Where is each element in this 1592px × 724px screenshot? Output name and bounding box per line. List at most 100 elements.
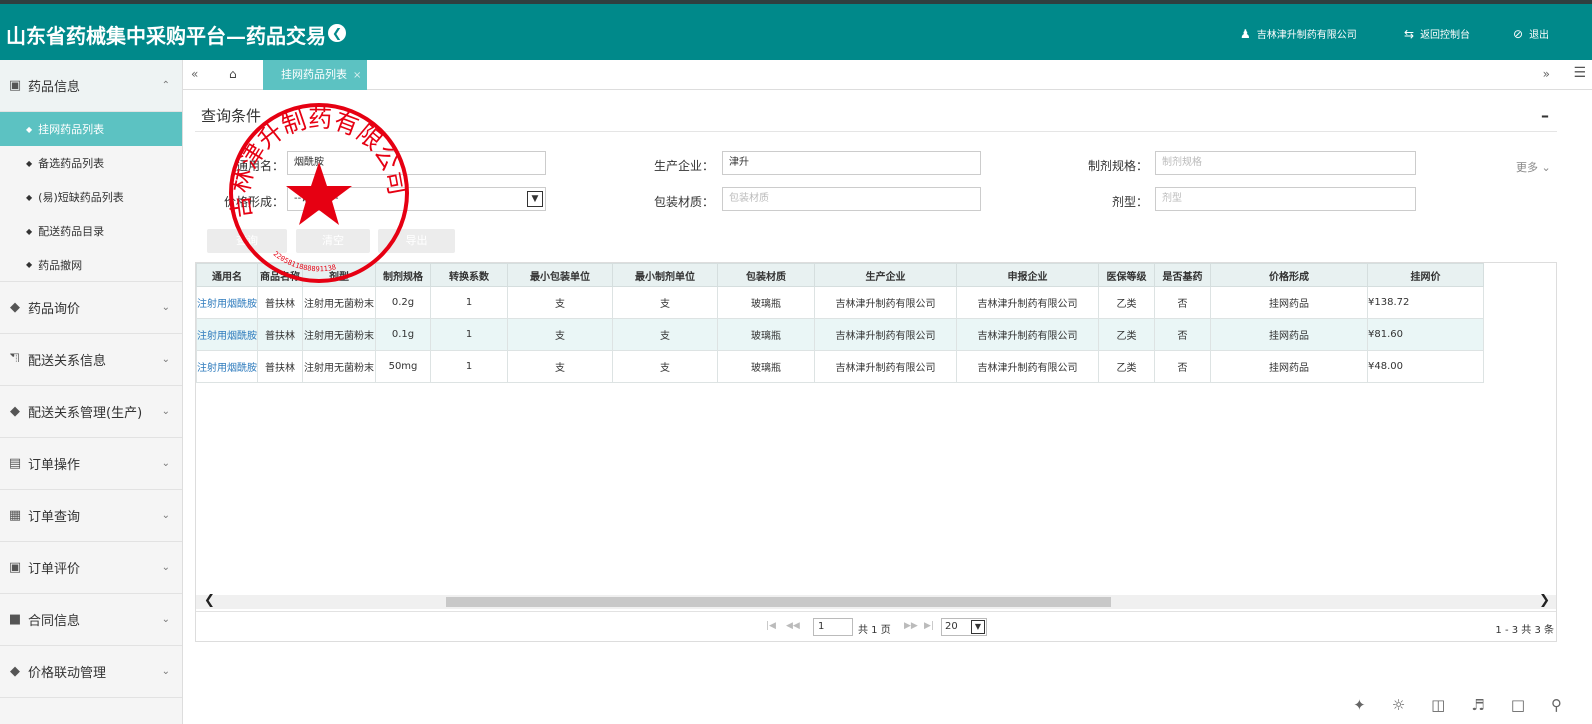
sidebar-item-candidate-drugs[interactable]: ◆ 备选药品列表 [0,146,182,180]
logout-link[interactable]: ⊘ 退出 [1513,26,1549,42]
table-cell: 吉林津升制药有限公司 [956,318,1099,351]
table-cell: 吉林津升制药有限公司 [814,318,957,351]
tab-bar: « ⌂ 挂网药品列表 × » ☰ [183,60,1592,90]
table-header-row: 通用名 商品名称 剂型 制剂规格 转换系数 最小包装单位 最小制剂单位 包装材质 生产企业 申报企… [196,263,1484,287]
page-size-select[interactable]: 20 ▼ [941,618,987,636]
dosage-form-input[interactable]: 剂型 [1155,187,1416,211]
column-header[interactable]: 医保等级 [1098,263,1155,287]
sidebar-item-delivery-catalog[interactable]: ◆ 配送药品目录 [0,214,182,248]
diamond-icon: ◆ [10,300,20,315]
first-page-icon[interactable]: |◀ [766,621,776,631]
manufacturer-label: 生产企业： [653,159,714,173]
table-cell: 否 [1154,318,1211,351]
rocket-icon[interactable]: ✦ [1353,696,1366,714]
table-cell: 普扶林 [257,350,303,383]
sidebar-group-label: 价格联动管理 [28,666,107,681]
sidebar-group-price-linkage[interactable]: ◆ 价格联动管理 ⌄ [0,646,182,698]
total-pages: 共 1 页 [858,625,891,636]
return-console-label: 返回控制台 [1420,30,1471,41]
sidebar-item-label: 药品撤网 [38,258,83,272]
column-header[interactable]: 制剂规格 [375,263,431,287]
table-cell: 吉林津升制药有限公司 [814,350,957,383]
horizontal-scrollbar[interactable]: ❮ ❯ [196,593,1556,609]
generic-name-label: 通用名： [235,159,284,173]
packaging-input[interactable]: 包装材质 [722,187,981,211]
home-icon[interactable]: ⌂ [229,67,237,81]
page-number-input[interactable]: 1 [813,618,853,636]
more-toggle[interactable]: 更多 ⌄ [1516,159,1551,175]
back-circle-icon[interactable]: ❮ [328,24,346,42]
search-button[interactable]: 查询 [207,229,287,253]
sidebar-item-listed-drugs[interactable]: ◆ 挂网药品列表 [0,112,182,146]
company-menu[interactable]: ♟ 吉林津升制药有限公司 [1240,26,1357,42]
sidebar-group-contracts[interactable]: ■ 合同信息 ⌄ [0,594,182,646]
spec-input[interactable]: 制剂规格 [1155,151,1416,175]
collapse-icon[interactable]: – [1541,106,1549,125]
table-cell: 否 [1154,286,1211,319]
sidebar-group-order-ops[interactable]: ▤ 订单操作 ⌄ [0,438,182,490]
sidebar-group-label: 药品询价 [28,302,81,317]
chevron-down-icon: ▼ [971,620,985,634]
column-header[interactable]: 价格形成 [1210,263,1368,287]
sidebar-item-shortage-drugs[interactable]: ◆ (易)短缺药品列表 [0,180,182,214]
sidebar-group-delivery-management[interactable]: ◆ 配送关系管理(生产) ⌄ [0,386,182,438]
clear-button[interactable]: 清空 [296,229,370,253]
export-button[interactable]: 导出 [378,229,455,253]
table-row[interactable]: 注射用烟酰胺 普扶林 注射用无菌粉末 50mg 1 支支玻璃瓶 吉林津升制药有限公司 吉林津升… [196,350,1484,383]
sidebar-group-label: 订单查询 [28,510,81,525]
table-row[interactable]: 注射用烟酰胺 普扶林 注射用无菌粉末 0.2g 1 支支玻璃瓶 吉林津升制药有限公司 吉林津升… [196,286,1484,319]
column-header[interactable]: 商品名称 [257,263,303,287]
chevron-down-icon: ⌄ [161,406,170,417]
drug-name-link[interactable]: 注射用烟酰胺 [196,318,258,351]
scroll-left-icon[interactable]: « [191,67,198,81]
sidebar-group-inquiry[interactable]: ◆ 药品询价 ⌄ [0,282,182,334]
sidebar-group-order-query[interactable]: ▦ 订单查询 ⌄ [0,490,182,542]
column-header[interactable]: 转换系数 [430,263,508,287]
next-page-icon[interactable]: ▶▶ [904,621,918,631]
scroll-left-arrow-icon[interactable]: ❮ [204,593,215,608]
return-console-link[interactable]: ⇆ 返回控制台 [1404,26,1471,42]
menu-icon[interactable]: ☰ [1573,65,1586,81]
prev-page-icon[interactable]: ◀◀ [786,621,800,631]
column-header[interactable]: 最小制剂单位 [612,263,718,287]
table-row[interactable]: 注射用烟酰胺 普扶林 注射用无菌粉末 0.1g 1 支支玻璃瓶 吉林津升制药有限公司 吉林津升… [196,318,1484,351]
sidebar-group-drug-info[interactable]: ▣ 药品信息 ⌃ [0,60,182,112]
column-header[interactable]: 剂型 [302,263,376,287]
column-header[interactable]: 是否基药 [1154,263,1211,287]
drug-name-link[interactable]: 注射用烟酰胺 [196,286,258,319]
drug-table: 通用名 商品名称 剂型 制剂规格 转换系数 最小包装单位 最小制剂单位 包装材质 生产企业 申报企… [196,263,1484,383]
chevron-down-icon: ⌄ [161,354,170,365]
table-cell: 支 [612,286,718,319]
tab-listed-drugs[interactable]: 挂网药品列表 × [263,60,367,90]
scroll-right-icon[interactable]: » [1543,67,1550,81]
scroll-right-arrow-icon[interactable]: ❯ [1539,593,1550,608]
column-header[interactable]: 包装材质 [717,263,815,287]
column-header[interactable]: 申报企业 [956,263,1099,287]
table-cell: 吉林津升制药有限公司 [956,286,1099,319]
compass-icon[interactable]: ☼ [1392,696,1405,714]
page-size-value: 20 [945,621,958,632]
column-header[interactable]: 最小包装单位 [507,263,613,287]
dosage-form-label: 剂型： [1111,195,1148,209]
search-icon[interactable]: ⚲ [1551,696,1562,714]
price-form-select[interactable]: --请选择-- ▼ [287,187,546,211]
sidebar-group-order-review[interactable]: ▣ 订单评价 ⌄ [0,542,182,594]
speaker-icon[interactable]: ♬ [1471,696,1484,714]
last-page-icon[interactable]: ▶| [924,621,934,631]
window-icon[interactable]: □ [1511,696,1525,714]
drug-name-link[interactable]: 注射用烟酰胺 [196,350,258,383]
table-cell: 50mg [375,350,431,383]
diamond-icon: ◆ [26,226,33,236]
generic-name-input[interactable]: 烟酰胺 [287,151,546,175]
trash-icon[interactable]: ◫ [1431,696,1445,714]
scrollbar-thumb[interactable] [446,597,1111,607]
close-icon[interactable]: × [353,70,361,81]
table-cell: 1 [430,350,508,383]
column-header[interactable]: 通用名 [196,263,258,287]
sidebar-group-label: 合同信息 [28,614,81,629]
column-header[interactable]: 生产企业 [814,263,957,287]
sidebar-group-delivery-info[interactable]: ⛠ 配送关系信息 ⌄ [0,334,182,386]
manufacturer-input[interactable]: 津升 [722,151,981,175]
column-header[interactable]: 挂网价 [1367,263,1484,287]
sidebar-item-delisted-drugs[interactable]: ◆ 药品撤网 [0,248,182,282]
